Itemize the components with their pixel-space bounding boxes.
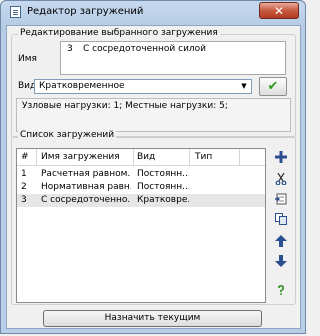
move-down-button[interactable]: [272, 255, 290, 272]
load-table: # Имя загружения Вид Тип 1 Расчетная рав…: [16, 148, 266, 303]
app-icon: [10, 6, 21, 18]
row-kind: Постоянн...: [137, 169, 189, 179]
apply-check-button[interactable]: ✔: [259, 77, 287, 96]
move-up-button[interactable]: [272, 235, 290, 252]
add-icon: [275, 151, 287, 163]
chevron-down-icon[interactable]: ▼: [238, 81, 250, 92]
close-button[interactable]: ✕: [259, 2, 299, 19]
row-kind: Кратковре...: [137, 195, 189, 205]
help-button[interactable]: [272, 284, 290, 301]
arrow-up-icon: [275, 235, 287, 247]
table-header: # Имя загружения Вид Тип: [17, 149, 265, 166]
load-number: 3: [67, 44, 73, 54]
check-icon: ✔: [267, 79, 279, 94]
window-title: Редактор загружений: [27, 6, 144, 17]
column-header-type[interactable]: Тип: [195, 152, 212, 162]
load-list-group: Список загружений # Имя загружения Вид Т…: [11, 130, 296, 305]
row-name: С сосредоточенно...: [41, 195, 131, 205]
table-row[interactable]: 2 Нормативная равн... Постоянн...: [17, 181, 265, 194]
list-group-title: Список загружений: [18, 130, 117, 140]
name-field[interactable]: 3 С сосредоточенной силой: [60, 41, 286, 75]
arrow-down-icon: [275, 255, 287, 267]
row-number: 2: [21, 182, 27, 192]
title-bar[interactable]: Редактор загружений ✕: [1, 1, 305, 25]
dialog-body: Редактирование выбранного загружения Имя…: [6, 25, 301, 329]
edit-group-title: Редактирование выбранного загружения: [18, 28, 220, 38]
assign-current-button[interactable]: Назначить текущим: [43, 310, 262, 327]
table-row-selected[interactable]: 3 С сосредоточенно... Кратковре...: [17, 194, 265, 207]
insert-icon: [275, 193, 287, 205]
insert-load-button[interactable]: [272, 193, 290, 210]
name-label: Имя: [18, 54, 37, 64]
cut-load-button[interactable]: [272, 172, 290, 190]
row-kind: Постоянн...: [137, 182, 189, 192]
column-header-number[interactable]: #: [21, 152, 29, 162]
add-load-button[interactable]: [272, 151, 290, 168]
row-name: Расчетная равном...: [41, 169, 131, 179]
dialog-window: Редактор загружений ✕ Редактирование выб…: [0, 0, 306, 334]
edit-load-group: Редактирование выбранного загружения Имя…: [11, 28, 296, 138]
help-icon: [278, 285, 284, 295]
load-name-value: С сосредоточенной силой: [83, 44, 207, 54]
column-header-name[interactable]: Имя загружения: [41, 152, 120, 162]
table-row[interactable]: 1 Расчетная равном... Постоянн...: [17, 168, 265, 181]
type-select-value: Кратковременное: [39, 81, 125, 91]
row-number: 3: [21, 195, 27, 205]
cut-icon: [275, 172, 287, 186]
copy-load-button[interactable]: [272, 213, 290, 230]
type-select[interactable]: Кратковременное ▼: [34, 79, 252, 94]
row-name: Нормативная равн...: [41, 182, 131, 192]
copy-icon: [275, 213, 287, 225]
row-number: 1: [21, 169, 27, 179]
load-stats-text: Узловые нагрузки: 1; Местные нагрузки: 5…: [22, 101, 228, 111]
load-stats-box: Узловые нагрузки: 1; Местные нагрузки: 5…: [16, 98, 291, 132]
column-header-kind[interactable]: Вид: [137, 152, 155, 162]
